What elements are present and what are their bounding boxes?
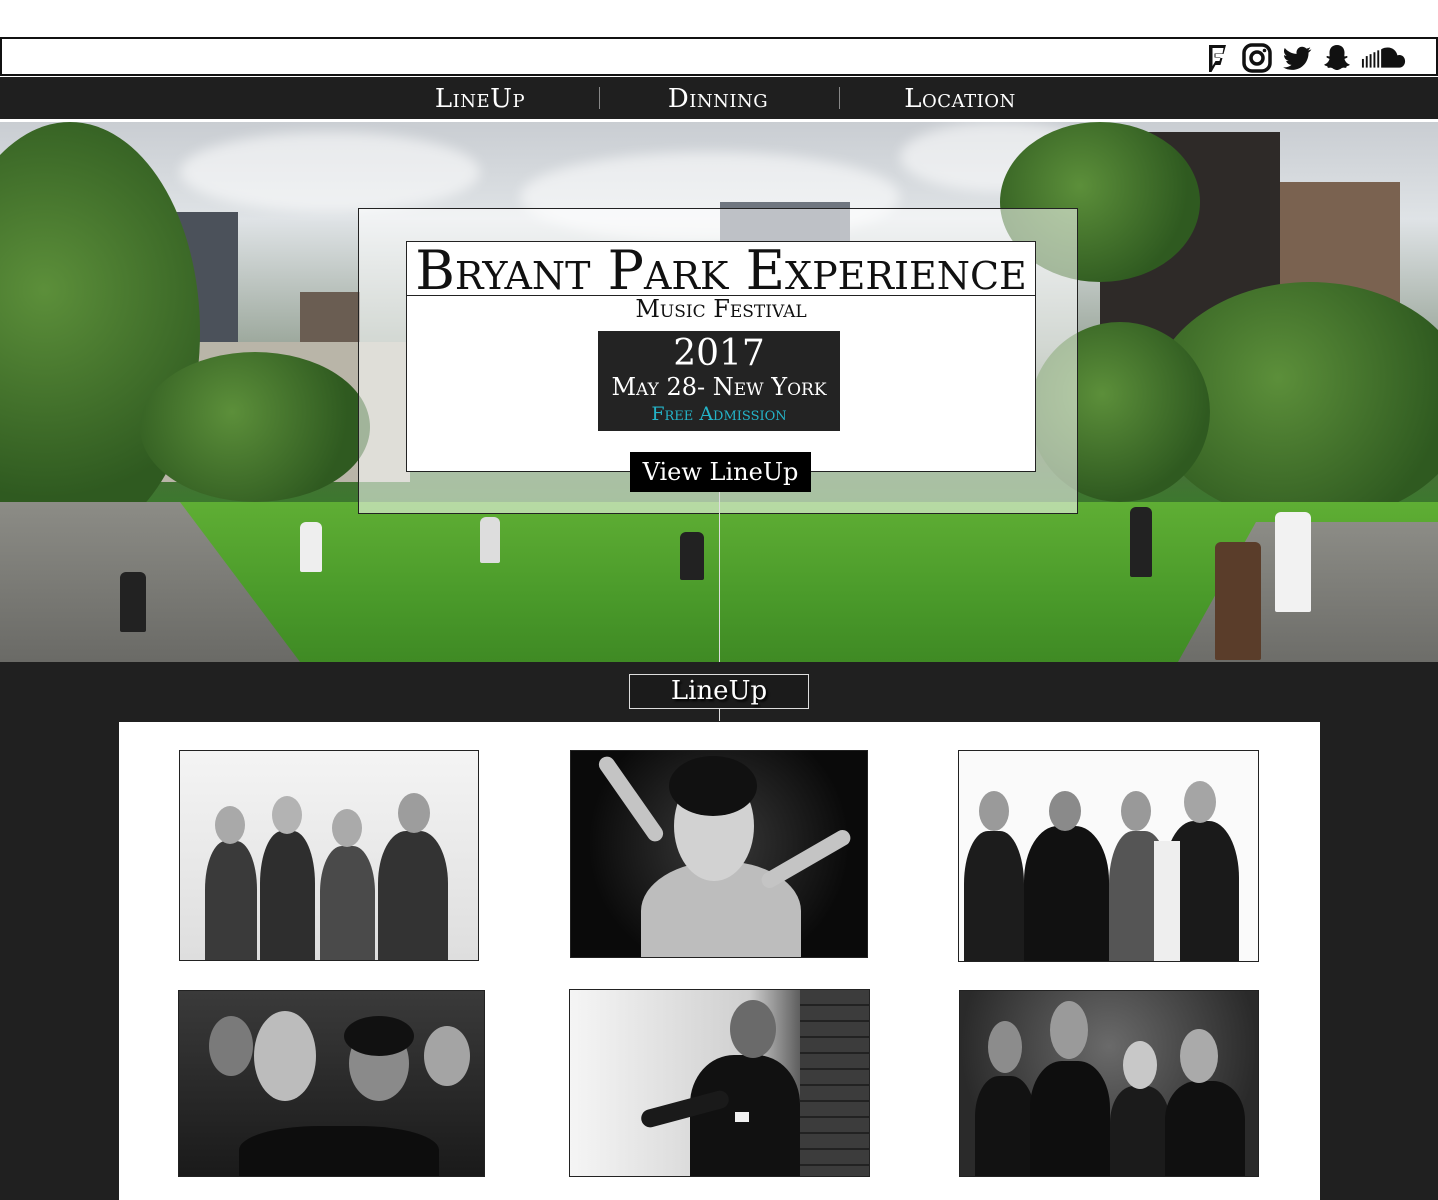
event-date: May 28- New York (611, 373, 827, 401)
view-lineup-button[interactable]: View LineUp (630, 452, 811, 492)
band-photo-3[interactable] (958, 750, 1259, 962)
page-title: Bryant Park Experience (415, 239, 1027, 302)
nav-item-lineup[interactable]: LineUp (380, 83, 580, 115)
title-box: Bryant Park Experience (407, 239, 1035, 302)
soundcloud-icon[interactable] (1360, 41, 1408, 75)
foursquare-icon[interactable] (1200, 41, 1234, 75)
connector-line (719, 709, 720, 721)
social-icons (1200, 41, 1408, 75)
social-bar (0, 37, 1438, 76)
admission-text: Free Admission (651, 403, 787, 425)
instagram-icon[interactable] (1240, 41, 1274, 75)
snapchat-icon[interactable] (1320, 41, 1354, 75)
band-photo-6[interactable] (959, 990, 1259, 1177)
artist-photo-2[interactable] (570, 750, 868, 958)
band-photo-1[interactable] (179, 750, 479, 961)
main-nav: LineUp Dinning Location (0, 77, 1438, 121)
event-date-box: 2017 May 28- New York Free Admission (598, 331, 840, 431)
lineup-heading: LineUp (629, 674, 809, 709)
artist-photo-5[interactable] (569, 989, 870, 1177)
nav-item-dinning[interactable]: Dinning (618, 83, 818, 115)
twitter-icon[interactable] (1280, 41, 1314, 75)
nav-divider (839, 87, 840, 109)
connector-line (719, 492, 720, 674)
nav-item-location[interactable]: Location (860, 83, 1060, 115)
nav-divider (599, 87, 600, 109)
page-subtitle: Music Festival (635, 295, 807, 323)
event-year: 2017 (673, 333, 765, 374)
band-photo-4[interactable] (178, 990, 485, 1177)
